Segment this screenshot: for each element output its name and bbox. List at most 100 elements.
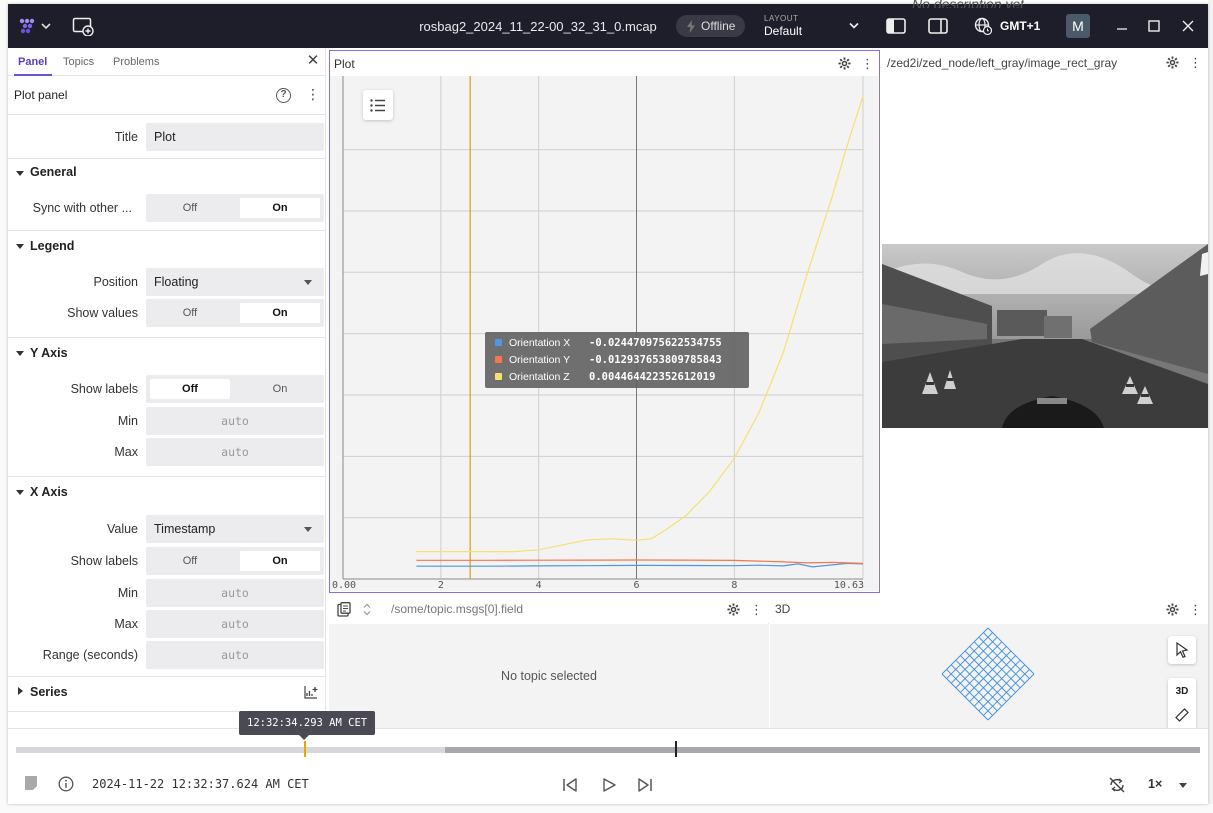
y-min-input[interactable]: auto: [146, 407, 324, 435]
caret-down-icon[interactable]: [16, 171, 24, 176]
settings-gear-icon[interactable]: [727, 603, 740, 616]
x-value-select[interactable]: Timestamp: [146, 515, 324, 543]
y-show-labels-on-option[interactable]: On: [240, 379, 320, 399]
y-show-labels-toggle[interactable]: Off On: [146, 375, 324, 403]
settings-gear-icon[interactable]: [1166, 56, 1179, 69]
more-vertical-icon[interactable]: ⋮: [306, 86, 320, 103]
more-vertical-icon[interactable]: ⋮: [1189, 603, 1202, 616]
timezone-label: GMT+1: [1000, 19, 1041, 33]
panel-settings-sidebar: Panel Topics Problems ✕ Plot panel ? ⋮ T…: [8, 48, 326, 728]
settings-gear-icon[interactable]: [838, 57, 851, 70]
y-max-input[interactable]: auto: [146, 438, 324, 466]
legend-position-select[interactable]: Floating: [146, 268, 324, 296]
data-source-name[interactable]: rosbag2_2024_11_22-00_32_31_0.mcap: [388, 4, 688, 48]
plot-panel-title: Plot: [334, 57, 355, 71]
general-section: General Sync with other ... Off On: [8, 158, 326, 224]
bookmark-icon[interactable]: [24, 775, 38, 791]
y-max-label: Max: [114, 445, 138, 459]
more-vertical-icon[interactable]: ⋮: [1189, 56, 1202, 69]
series-heading[interactable]: Series: [30, 685, 68, 699]
show-values-toggle[interactable]: Off On: [146, 299, 324, 327]
timeline-loaded-range: [445, 747, 1200, 753]
connection-status-badge[interactable]: Offline: [676, 15, 746, 37]
x-show-labels-off-option[interactable]: Off: [150, 551, 230, 571]
street-scene-image: [882, 244, 1208, 428]
app-window: rosbag2_2024_11_22-00_32_31_0.mcap Offli…: [8, 4, 1208, 804]
seek-forward-icon[interactable]: [637, 777, 653, 793]
x-range-input[interactable]: auto: [146, 641, 324, 669]
tab-panel[interactable]: Panel: [18, 48, 47, 76]
image-topic-name[interactable]: /zed2i/zed_node/left_gray/image_rect_gra…: [887, 56, 1117, 70]
close-window-icon[interactable]: [1180, 4, 1196, 48]
tab-topics[interactable]: Topics: [63, 48, 94, 76]
caret-down-icon[interactable]: [16, 351, 24, 356]
left-sidebar-toggle-icon[interactable]: [884, 4, 908, 48]
3d-mode-button[interactable]: 3D: [1176, 686, 1189, 697]
sync-on-option[interactable]: On: [240, 198, 320, 218]
y-axis-section: Y Axis Show labels Off On Min auto Max a…: [8, 337, 326, 471]
current-playback-time[interactable]: 2024-11-22 12:32:37.624 AM CET: [92, 777, 309, 791]
more-vertical-icon[interactable]: ⋮: [750, 603, 763, 616]
layout-name: Default: [764, 24, 803, 38]
x-tick-label: 0.00: [332, 580, 356, 591]
settings-gear-icon[interactable]: [1166, 603, 1179, 616]
message-path-input[interactable]: /some/topic.msgs[0].field: [391, 602, 523, 616]
x-show-labels-on-option[interactable]: On: [240, 551, 320, 571]
panel-settings-title: Plot panel: [14, 88, 68, 102]
maximize-icon[interactable]: [1146, 4, 1162, 48]
seek-backward-icon[interactable]: [562, 777, 578, 793]
show-values-on-option[interactable]: On: [240, 303, 320, 323]
x-axis-heading[interactable]: X Axis: [30, 485, 68, 499]
x-max-input[interactable]: auto: [146, 610, 324, 638]
y-axis-heading[interactable]: Y Axis: [30, 346, 68, 360]
title-label: Title: [114, 130, 138, 144]
x-range-label: Range (seconds): [42, 648, 138, 662]
chevron-down-icon[interactable]: [848, 4, 864, 48]
minimize-icon[interactable]: [1114, 4, 1130, 48]
camera-image[interactable]: [882, 244, 1208, 428]
timeline-playhead[interactable]: [675, 741, 677, 757]
title-input[interactable]: Plot: [146, 123, 324, 151]
play-icon[interactable]: [601, 777, 617, 793]
3d-viewport[interactable]: 3D: [770, 624, 1208, 728]
app-menu-button[interactable]: [16, 4, 56, 48]
tooltip-row: Orientation Y -0.012937653809785843: [489, 353, 745, 370]
x-show-labels-toggle[interactable]: Off On: [146, 547, 324, 575]
tooltip-series-value: -0.012937653809785843: [589, 354, 722, 366]
plot-chart-area[interactable]: 0.00 2 4 6 8 10.63 Orientation X -0.024470975…: [330, 76, 878, 591]
user-avatar[interactable]: M: [1066, 14, 1090, 38]
tooltip-series-value: -0.024470975622534755: [589, 337, 722, 349]
timezone-button[interactable]: GMT+1: [974, 4, 1054, 48]
add-series-icon[interactable]: [304, 685, 318, 699]
select-tool-button[interactable]: [1168, 636, 1196, 664]
x-min-input[interactable]: auto: [146, 579, 324, 607]
clipboard-icon[interactable]: [337, 602, 351, 617]
ruler-icon[interactable]: [1175, 708, 1189, 722]
y-show-labels-off-option[interactable]: Off: [150, 379, 230, 399]
playback-speed[interactable]: 1×: [1148, 777, 1162, 791]
add-panel-button[interactable]: [70, 4, 96, 48]
help-icon[interactable]: ?: [276, 88, 291, 103]
caret-down-icon[interactable]: [16, 244, 24, 249]
more-vertical-icon[interactable]: ⋮: [861, 57, 874, 70]
caret-right-icon[interactable]: [18, 687, 23, 695]
caret-down-icon[interactable]: [16, 490, 24, 495]
legend-toggle-button[interactable]: [363, 90, 393, 120]
series-swatch: [495, 356, 502, 363]
x-tick-label: 10.63: [834, 580, 864, 591]
x-axis-section: X Axis Value Timestamp Show labels Off O…: [8, 476, 326, 676]
background-window-text: No description yet: [912, 0, 1025, 8]
sync-off-option[interactable]: Off: [150, 198, 230, 218]
close-icon[interactable]: ✕: [306, 53, 320, 68]
right-sidebar-toggle-icon[interactable]: [926, 4, 950, 48]
info-icon[interactable]: [58, 776, 74, 792]
plot-panel-toolbar: Plot ⋮: [330, 51, 878, 76]
caret-down-icon[interactable]: [1178, 782, 1188, 789]
tab-problems[interactable]: Problems: [113, 48, 159, 76]
sync-toggle[interactable]: Off On: [146, 194, 324, 222]
show-values-off-option[interactable]: Off: [150, 303, 230, 323]
legend-heading[interactable]: Legend: [30, 239, 74, 253]
general-heading[interactable]: General: [30, 165, 77, 179]
sort-arrows-icon[interactable]: [363, 603, 371, 616]
loop-off-icon[interactable]: [1108, 776, 1126, 794]
